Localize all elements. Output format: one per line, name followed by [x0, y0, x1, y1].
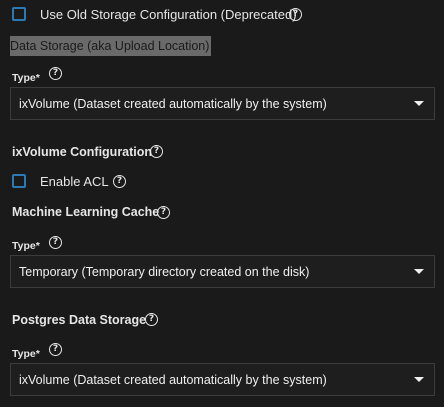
data-storage-heading: Data Storage (aka Upload Location) [10, 36, 212, 56]
help-icon[interactable]: ? [145, 313, 158, 326]
postgres-type-value: ixVolume (Dataset created automatically … [19, 372, 327, 387]
ixvolume-configuration-heading: ixVolume Configuration [12, 145, 153, 159]
postgres-storage-heading: Postgres Data Storage [12, 313, 147, 327]
help-icon[interactable]: ? [289, 8, 302, 21]
chevron-down-icon [414, 269, 424, 274]
required-marker: * [35, 348, 40, 360]
data-storage-type-label-row: Type* [12, 68, 40, 86]
enable-acl-checkbox[interactable] [12, 174, 26, 188]
ml-cache-type-value: Temporary (Temporary directory created o… [19, 264, 310, 279]
ml-cache-type-label-row: Type* [12, 236, 40, 254]
required-marker: * [35, 72, 40, 84]
ml-cache-type-select[interactable]: Temporary (Temporary directory created o… [10, 255, 435, 288]
help-icon[interactable]: ? [113, 175, 126, 188]
enable-acl-label: Enable ACL [40, 174, 109, 189]
ml-cache-heading: Machine Learning Cache [12, 205, 160, 219]
help-icon[interactable]: ? [150, 145, 163, 158]
data-storage-type-label: Type [12, 72, 36, 84]
use-old-storage-checkbox[interactable] [12, 7, 26, 21]
help-icon[interactable]: ? [157, 206, 170, 219]
postgres-type-select[interactable]: ixVolume (Dataset created automatically … [10, 363, 435, 396]
data-storage-type-select[interactable]: ixVolume (Dataset created automatically … [10, 87, 435, 120]
postgres-type-label: Type [12, 348, 36, 360]
help-icon[interactable]: ? [49, 236, 62, 249]
use-old-storage-label: Use Old Storage Configuration (Deprecate… [40, 7, 297, 22]
chevron-down-icon [414, 377, 424, 382]
postgres-type-label-row: Type* [12, 344, 40, 362]
storage-configuration-form: Use Old Storage Configuration (Deprecate… [0, 0, 444, 407]
help-icon[interactable]: ? [49, 67, 62, 80]
data-storage-type-value: ixVolume (Dataset created automatically … [19, 96, 327, 111]
help-icon[interactable]: ? [49, 343, 62, 356]
chevron-down-icon [414, 101, 424, 106]
ml-cache-type-label: Type [12, 240, 36, 252]
required-marker: * [35, 240, 40, 252]
